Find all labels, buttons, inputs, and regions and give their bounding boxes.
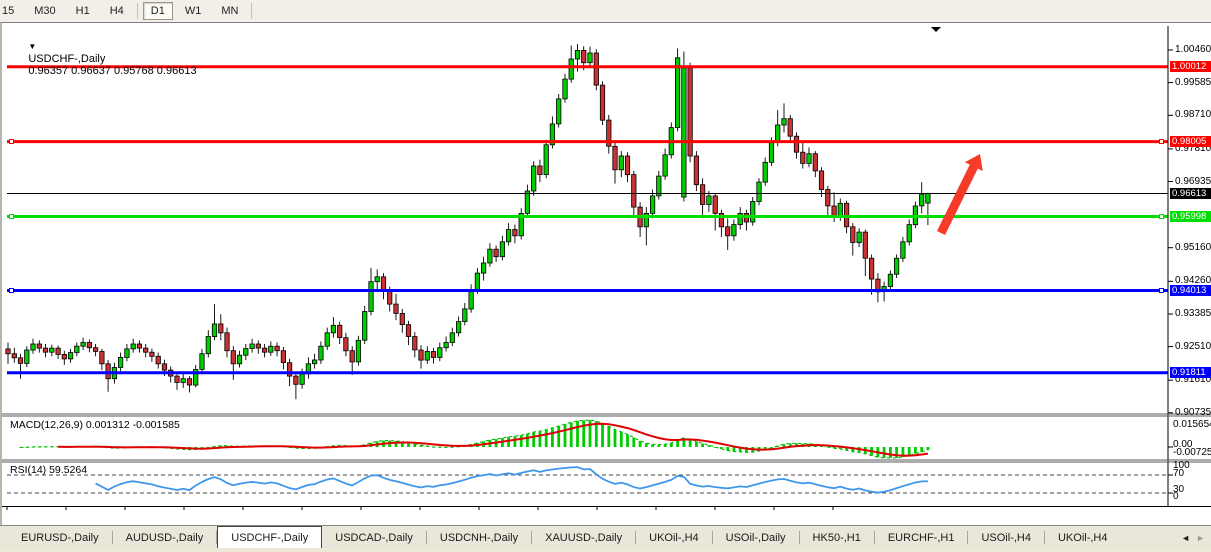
price-axis-tick: 1.00460 (1175, 44, 1211, 55)
chart-tab-hk50-h1[interactable]: HK50-,H1 (800, 526, 874, 549)
price-axis-tick: 0.95160 (1175, 242, 1211, 253)
chart-window[interactable]: ▼ USDCHF-,Daily 0.96357 0.96637 0.95768 … (0, 22, 1211, 525)
macd-indicator-label: MACD(12,26,9) 0.001312 -0.001585 (10, 419, 180, 431)
line-handle[interactable] (9, 139, 14, 144)
tab-scroll-right-icon[interactable]: ► (1196, 533, 1205, 543)
chart-tab-usoil-daily[interactable]: USOil-,Daily (713, 526, 799, 549)
chart-tab-ukoil-h4[interactable]: UKOil-,H4 (636, 526, 712, 549)
price-line-badge[interactable]: 0.98005 (1170, 136, 1211, 147)
price-axis-tick: 0.93385 (1175, 308, 1211, 319)
price-line-badge[interactable]: 0.91811 (1170, 367, 1211, 378)
chart-tab-usdchf-daily[interactable]: USDCHF-,Daily (217, 526, 322, 549)
timeframe-button-15[interactable]: 15 (0, 2, 22, 20)
line-handle[interactable] (1159, 288, 1164, 293)
timeframe-button-h4[interactable]: H4 (102, 2, 132, 20)
price-line-badge[interactable]: 0.94013 (1170, 285, 1211, 296)
chart-tab-usdcad-daily[interactable]: USDCAD-,Daily (322, 526, 426, 549)
toolbar-separator (137, 3, 138, 19)
price-line-badge[interactable]: 0.96613 (1170, 188, 1211, 199)
mt4-terminal-window: 15M30 H1H4 D1W1MN ▼ USDCHF-,Daily 0.96357 … (0, 0, 1211, 552)
line-handle[interactable] (9, 214, 14, 219)
chart-tab-ukoil-h4[interactable]: UKOil-,H4 (1045, 526, 1121, 549)
chart-tab-usdcnh-daily[interactable]: USDCNH-,Daily (427, 526, 531, 549)
price-axis-tick: 0.98710 (1175, 109, 1211, 120)
rsi-axis-label: 70 (1173, 468, 1184, 479)
chart-tab-bar: EURUSD-,DailyAUDUSD-,DailyUSDCHF-,DailyU… (0, 525, 1211, 549)
chart-title-symbol: USDCHF-,Daily (28, 53, 105, 65)
timeframe-button-w1[interactable]: W1 (177, 2, 210, 20)
timeframe-toolbar: 15M30 H1H4 D1W1MN (0, 0, 1211, 23)
timeframe-button-mn[interactable]: MN (213, 2, 246, 20)
tab-scroll-left-icon[interactable]: ◄ (1181, 533, 1190, 543)
candlestick-chart-canvas[interactable] (2, 23, 1211, 526)
line-handle[interactable] (1159, 139, 1164, 144)
rsi-axis-label: 0 (1173, 491, 1179, 502)
chart-tab-xauusd-daily[interactable]: XAUUSD-,Daily (532, 526, 635, 549)
macd-axis-label: 0.015654 (1173, 419, 1211, 430)
price-line-badge[interactable]: 0.95998 (1170, 211, 1211, 222)
status-bar (0, 548, 1211, 552)
line-handle[interactable] (9, 288, 14, 293)
chart-shift-marker (931, 27, 941, 32)
macd-axis-label: -0.0072595 (1173, 447, 1211, 458)
toolbar-separator (251, 3, 252, 19)
line-handle[interactable] (1159, 214, 1164, 219)
rsi-indicator-label: RSI(14) 59.5264 (10, 464, 87, 476)
price-axis-tick: 0.92510 (1175, 341, 1211, 352)
price-axis-tick: 0.99585 (1175, 77, 1211, 88)
chart-title: ▼ USDCHF-,Daily 0.96357 0.96637 0.95768 … (10, 29, 197, 89)
price-axis-tick: 0.90735 (1175, 407, 1211, 418)
timeframe-button-d1[interactable]: D1 (143, 2, 173, 20)
trend-arrow-annotation[interactable] (937, 154, 983, 235)
chart-tab-audusd-daily[interactable]: AUDUSD-,Daily (113, 526, 217, 549)
symbol-dropdown-icon[interactable]: ▼ (28, 42, 36, 51)
chart-tab-eurchf-h1[interactable]: EURCHF-,H1 (875, 526, 968, 549)
chart-tab-usoil-h4[interactable]: USOil-,H4 (968, 526, 1044, 549)
chart-tab-eurusd-daily[interactable]: EURUSD-,Daily (8, 526, 112, 549)
chart-title-ohlc: 0.96357 0.96637 0.95768 0.96613 (28, 65, 196, 77)
price-axis-tick: 0.96935 (1175, 176, 1211, 187)
price-line-badge[interactable]: 1.00012 (1170, 61, 1211, 72)
timeframe-button-h1[interactable]: H1 (68, 2, 98, 20)
timeframe-button-m30[interactable]: M30 (26, 2, 63, 20)
